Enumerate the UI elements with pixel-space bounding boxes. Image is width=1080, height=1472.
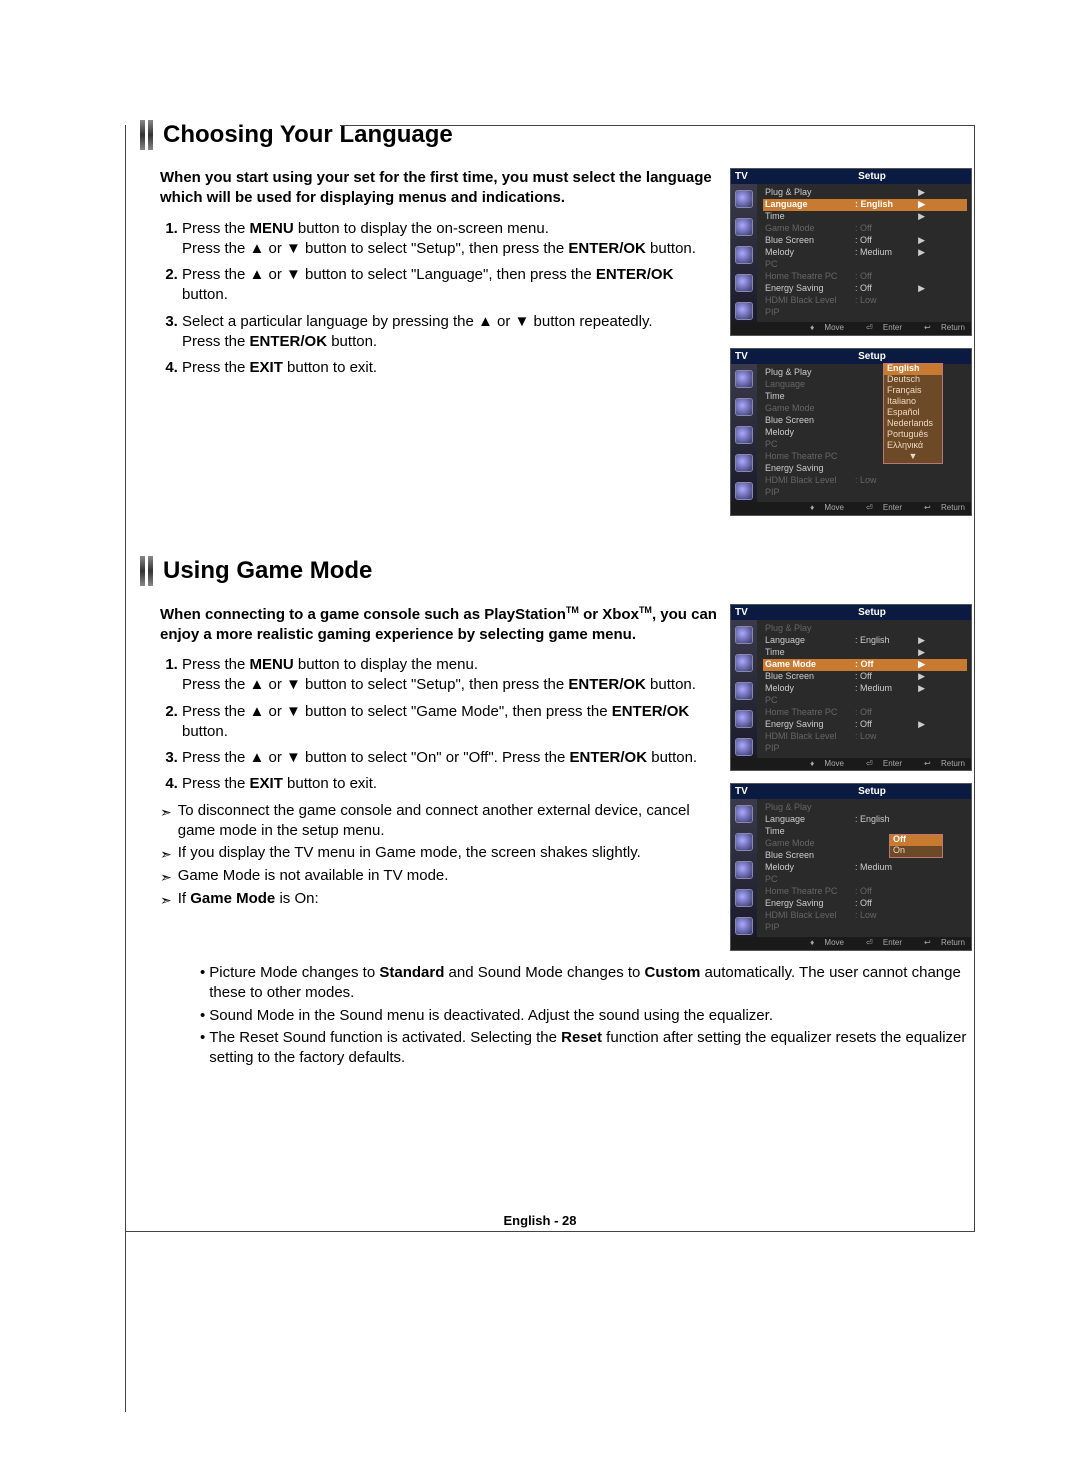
osd-setup-gamemode-selected: TVSetup Plug & Play Language: English▶ T…	[730, 604, 972, 772]
section2-notes: ➣To disconnect the game console and conn…	[160, 801, 718, 910]
section1-steps: Press the MENU button to display the on-…	[160, 219, 718, 379]
step-3: Select a particular language by pressing…	[182, 312, 718, 353]
step-4: Press the EXIT button to exit.	[182, 774, 718, 794]
footer-return: ↩ Return	[916, 324, 965, 333]
step-2: Press the ▲ or ▼ button to select "Langu…	[182, 265, 718, 306]
page-border-top	[340, 125, 975, 126]
note-arrow-icon: ➣	[160, 891, 172, 910]
language-dropdown: English Deutsch Français Italiano Españo…	[883, 363, 943, 464]
step-4: Press the EXIT button to exit.	[182, 358, 718, 378]
section2-steps: Press the MENU button to display the men…	[160, 655, 718, 795]
footer-move: ♦ Move	[802, 324, 844, 333]
section2-intro: When connecting to a game console such a…	[160, 604, 718, 646]
osd-row-gamemode: Game Mode: Off▶	[763, 659, 967, 671]
note-arrow-icon: ➣	[160, 845, 172, 864]
section1-intro: When you start using your set for the fi…	[160, 168, 718, 209]
manual-page: Choosing Your Language When you start us…	[0, 0, 1080, 1472]
section1-text: When you start using your set for the fi…	[130, 168, 718, 528]
section1-content: When you start using your set for the fi…	[130, 168, 970, 528]
page-border-bottom	[125, 1231, 975, 1232]
step-1: Press the MENU button to display the men…	[182, 655, 718, 696]
section2-text: When connecting to a game console such a…	[130, 604, 718, 964]
osd-icon	[735, 218, 753, 236]
osd-row-language: Language: English▶	[763, 199, 967, 211]
gamemode-dropdown: Off On	[889, 834, 943, 858]
osd-column-1: TV Setup Plug & Play▶ Language: English▶	[730, 168, 970, 528]
step-3: Press the ▲ or ▼ button to select "On" o…	[182, 748, 718, 768]
gamemode-sub-bullets: •Picture Mode changes to Standard and So…	[130, 963, 970, 1068]
osd-icon	[735, 302, 753, 320]
osd-setup-language-dropdown: TV Setup Plug & Play Language Time	[730, 348, 972, 516]
osd-column-2: TVSetup Plug & Play Language: English▶ T…	[730, 604, 970, 964]
osd-icon	[735, 274, 753, 292]
osd-setup-language-selected: TV Setup Plug & Play▶ Language: English▶	[730, 168, 972, 336]
osd-icon	[735, 190, 753, 208]
page-number: English - 28	[504, 1213, 577, 1228]
heading-bars-icon	[140, 120, 153, 150]
osd-setup-gamemode-dropdown: TVSetup Plug & Play Language: English Ti…	[730, 783, 972, 951]
note-arrow-icon: ➣	[160, 868, 172, 887]
page-border-right	[974, 125, 975, 1232]
page-footer: English - 28	[0, 1212, 1080, 1230]
footer-enter: ⏎ Enter	[858, 324, 902, 333]
osd-icon	[735, 246, 753, 264]
step-1: Press the MENU button to display the on-…	[182, 219, 718, 260]
step-2: Press the ▲ or ▼ button to select "Game …	[182, 702, 718, 743]
note-arrow-icon: ➣	[160, 803, 172, 822]
section2-content: When connecting to a game console such a…	[130, 604, 970, 964]
section-title-text: Using Game Mode	[163, 557, 372, 585]
heading-bars-icon	[140, 556, 153, 586]
section-heading-gamemode: Using Game Mode	[140, 556, 970, 586]
